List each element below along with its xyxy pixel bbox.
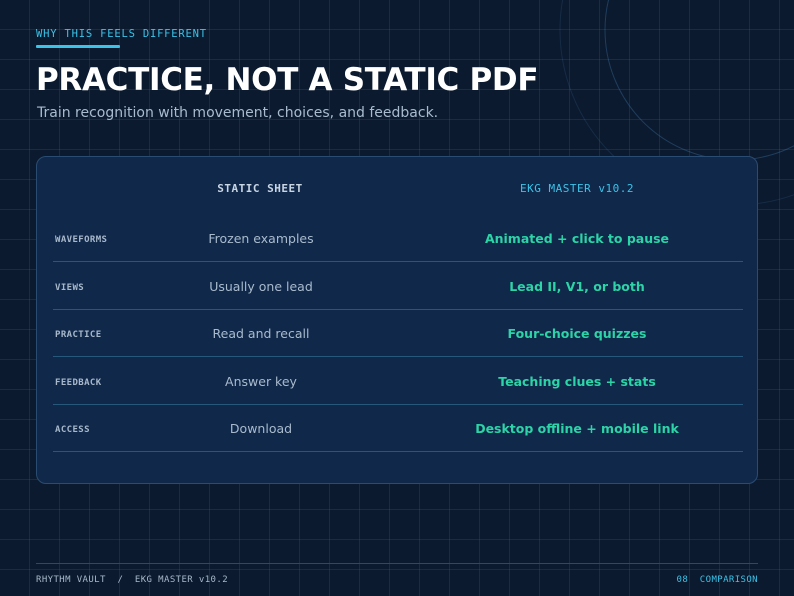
row-label: ACCESS <box>55 425 90 435</box>
static-cell: Answer key <box>225 374 297 389</box>
footer-breadcrumb: RHYTHM VAULT / EKG MASTER v10.2 <box>36 575 229 585</box>
static-cell: Usually one lead <box>209 279 313 294</box>
ekg-cell: Four-choice quizzes <box>507 326 647 341</box>
page-title: PRACTICE, NOT A STATIC PDF <box>36 62 539 98</box>
table-row: VIEWS Usually one lead Lead II, V1, or b… <box>53 262 743 310</box>
row-label: PRACTICE <box>55 330 102 340</box>
ekg-cell: Desktop offline + mobile link <box>475 421 679 436</box>
eyebrow-label: WHY THIS FEELS DIFFERENT <box>36 28 207 40</box>
table-row: ACCESS Download Desktop offline + mobile… <box>53 404 743 452</box>
footer-page-label: 08 COMPARISON <box>676 575 758 585</box>
table-row: FEEDBACK Answer key Teaching clues + sta… <box>53 357 743 405</box>
comparison-table: STATIC SHEET EKG MASTER v10.2 WAVEFORMS … <box>36 156 758 484</box>
static-cell: Read and recall <box>212 326 310 341</box>
table-row: PRACTICE Read and recall Four-choice qui… <box>53 309 743 357</box>
ekg-cell: Teaching clues + stats <box>498 374 656 389</box>
footer-divider <box>36 563 758 564</box>
row-label: FEEDBACK <box>55 378 102 388</box>
eyebrow-underline <box>36 45 120 48</box>
column-header-ekg: EKG MASTER v10.2 <box>520 182 634 195</box>
static-cell: Frozen examples <box>208 231 314 246</box>
ekg-cell: Animated + click to pause <box>484 231 670 246</box>
page-subtitle: Train recognition with movement, choices… <box>37 105 439 121</box>
table-row: WAVEFORMS Frozen examples Animated + cli… <box>53 214 743 262</box>
column-header-static: STATIC SHEET <box>217 182 303 195</box>
row-label: WAVEFORMS <box>55 235 108 245</box>
row-label: VIEWS <box>55 283 85 293</box>
static-cell: Download <box>229 421 293 436</box>
ekg-cell: Lead II, V1, or both <box>509 279 645 294</box>
